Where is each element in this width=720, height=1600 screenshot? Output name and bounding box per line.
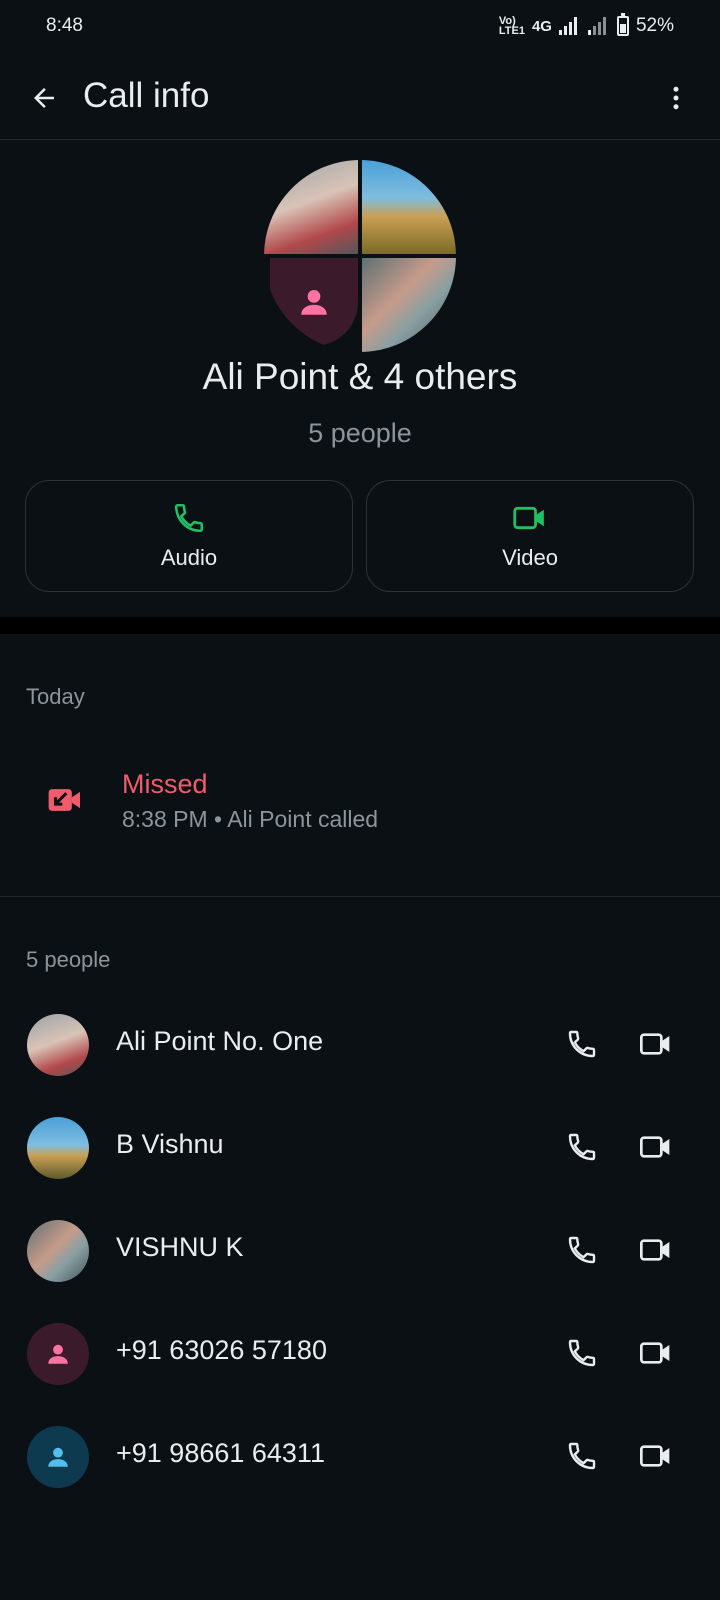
- video-call-button[interactable]: Video: [366, 480, 694, 592]
- participant-name: VISHNU K: [116, 1232, 244, 1262]
- app-bar: Call info: [0, 58, 720, 138]
- person-icon: [48, 1447, 68, 1467]
- video-camera-icon: [513, 506, 544, 530]
- person-icon: [48, 1344, 68, 1364]
- battery-percent: 52%: [635, 15, 674, 36]
- participant-name: Ali Point No. One: [116, 1026, 324, 1056]
- phone-icon: [568, 1339, 596, 1367]
- participant-audio-call-button[interactable]: [560, 1434, 604, 1478]
- status-bar: 8:48 Vo) LTE1 4G 52%: [0, 0, 720, 52]
- participant-name: +91 63026 57180: [116, 1335, 327, 1365]
- participant-video-call-button[interactable]: [634, 1228, 678, 1272]
- phone-icon: [568, 1236, 596, 1264]
- participant-row[interactable]: VISHNU K: [0, 1200, 720, 1300]
- call-detail: 8:38 PM • Ali Point called: [122, 806, 379, 832]
- avatar[interactable]: [27, 1117, 89, 1179]
- video-camera-icon: [639, 1342, 670, 1364]
- arrow-left-icon: [34, 88, 54, 108]
- participant-audio-call-button[interactable]: [560, 1022, 604, 1066]
- video-camera-icon: [639, 1136, 670, 1158]
- participant-audio-call-button[interactable]: [560, 1125, 604, 1169]
- signal-weak-icon: [587, 17, 610, 35]
- participant-name: B Vishnu: [116, 1129, 224, 1159]
- participant-row[interactable]: Ali Point No. One: [0, 994, 720, 1094]
- network-type: 4G: [531, 17, 552, 35]
- participant-row[interactable]: +91 63026 57180: [0, 1303, 720, 1403]
- page-title: Call info: [83, 76, 210, 115]
- participant-row[interactable]: B Vishnu: [0, 1097, 720, 1197]
- audio-label: Audio: [160, 545, 218, 570]
- volte-indicator: Vo) LTE1: [498, 15, 525, 37]
- video-camera-icon: [639, 1445, 670, 1467]
- group-avatar[interactable]: [264, 160, 456, 352]
- avatar-photo-3: [362, 258, 456, 352]
- status-time: 8:48: [46, 15, 83, 36]
- status-icons: Vo) LTE1 4G 52%: [498, 13, 674, 37]
- history-divider: [0, 896, 720, 897]
- phone-icon: [568, 1442, 596, 1470]
- avatar-default-pink: [264, 258, 358, 352]
- more-vertical-icon: [673, 86, 679, 110]
- app-bar-divider: [0, 139, 720, 140]
- participant-video-call-button[interactable]: [634, 1022, 678, 1066]
- video-camera-icon: [639, 1239, 670, 1261]
- avatar[interactable]: [27, 1014, 89, 1076]
- participant-row[interactable]: +91 98661 64311: [0, 1406, 720, 1506]
- avatar-photo-1: [264, 160, 358, 254]
- participant-video-call-button[interactable]: [634, 1434, 678, 1478]
- participant-audio-call-button[interactable]: [560, 1228, 604, 1272]
- signal-icon: [558, 17, 581, 35]
- more-options-button[interactable]: [654, 76, 698, 120]
- section-divider: [0, 617, 720, 634]
- participants-section-label: 5 people: [26, 947, 111, 972]
- video-camera-icon: [639, 1033, 670, 1055]
- battery-icon: [616, 13, 629, 36]
- audio-call-button[interactable]: Audio: [25, 480, 353, 592]
- phone-icon: [568, 1030, 596, 1058]
- participant-name: +91 98661 64311: [116, 1438, 325, 1468]
- group-name: Ali Point & 4 others: [202, 356, 518, 397]
- phone-icon: [568, 1133, 596, 1161]
- participant-video-call-button[interactable]: [634, 1331, 678, 1375]
- person-icon: [301, 289, 327, 315]
- phone-icon: [174, 503, 204, 533]
- call-status: Missed: [122, 769, 208, 799]
- group-member-count: 5 people: [308, 418, 412, 448]
- avatar[interactable]: [27, 1323, 89, 1385]
- avatar[interactable]: [27, 1220, 89, 1282]
- participant-video-call-button[interactable]: [634, 1125, 678, 1169]
- participant-audio-call-button[interactable]: [560, 1331, 604, 1375]
- back-button[interactable]: [22, 76, 66, 120]
- avatar[interactable]: [27, 1426, 89, 1488]
- history-section-label: Today: [26, 684, 85, 709]
- video-label: Video: [502, 545, 558, 570]
- missed-video-call-icon: [47, 782, 83, 818]
- avatar-photo-2: [362, 160, 456, 254]
